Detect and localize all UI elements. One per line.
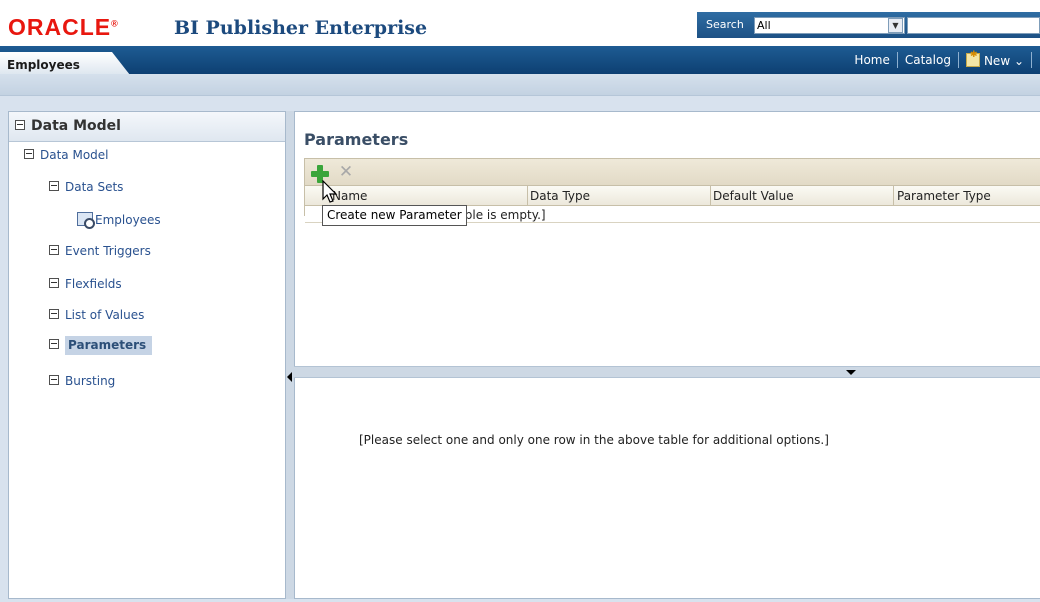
column-divider[interactable] <box>893 186 894 206</box>
tree-item-parameters[interactable]: Parameters <box>49 336 153 355</box>
collapse-icon[interactable] <box>24 149 34 159</box>
home-link[interactable]: Home <box>847 53 896 67</box>
details-panel: [Please select one and only one row in t… <box>294 378 1040 599</box>
catalog-link[interactable]: Catalog <box>898 53 958 67</box>
data-model-panel: Data Model Data Model Data Sets Employee… <box>8 111 286 599</box>
table-header: Name Data Type Default Value Parameter T… <box>305 186 1040 206</box>
column-header-parameter-type[interactable]: Parameter Type <box>897 189 991 203</box>
column-header-data-type[interactable]: Data Type <box>530 189 590 203</box>
panel-header[interactable]: Data Model <box>9 112 285 142</box>
page-title: Parameters <box>304 130 409 149</box>
global-links: Home Catalog New ⌄ <box>847 46 1040 74</box>
chevron-down-icon[interactable]: ▼ <box>888 18 903 33</box>
search-bar: Search All ▼ <box>697 12 1040 38</box>
tree-item-data-sets[interactable]: Data Sets <box>49 180 123 194</box>
new-document-icon <box>965 50 980 67</box>
oracle-logo: ORACLE® <box>8 14 119 40</box>
app-header: ORACLE® BI Publisher Enterprise Search A… <box>0 0 1040 46</box>
dataset-icon <box>77 212 95 229</box>
vertical-splitter[interactable] <box>286 111 294 599</box>
column-divider[interactable] <box>527 186 528 206</box>
delete-parameter-button[interactable]: ✕ <box>337 163 355 181</box>
collapse-icon[interactable] <box>49 245 59 255</box>
collapse-icon[interactable] <box>49 278 59 288</box>
tooltip: Create new Parameter <box>322 205 467 226</box>
column-header-default-value[interactable]: Default Value <box>713 189 794 203</box>
divider <box>1031 52 1032 68</box>
column-divider[interactable] <box>710 186 711 206</box>
panel-title: Data Model <box>15 118 121 134</box>
collapse-left-icon[interactable] <box>287 372 292 382</box>
tab-employees[interactable]: Employees <box>0 52 130 75</box>
tab-employees-label: Employees <box>7 58 80 72</box>
horizontal-splitter[interactable] <box>294 366 1040 378</box>
search-input[interactable] <box>907 17 1040 34</box>
toolbar-band <box>0 74 1040 96</box>
collapse-icon[interactable] <box>49 181 59 191</box>
collapse-icon[interactable] <box>15 120 25 130</box>
parameters-toolbar: ✕ <box>304 158 1040 186</box>
collapse-icon[interactable] <box>49 309 59 319</box>
product-title: BI Publisher Enterprise <box>174 17 428 39</box>
tree-item-list-of-values[interactable]: List of Values <box>49 308 144 322</box>
tree-item-event-triggers[interactable]: Event Triggers <box>49 244 151 258</box>
nav-bar: Employees Home Catalog New ⌄ <box>0 46 1040 75</box>
search-scope-select[interactable]: All <box>754 17 905 34</box>
mouse-pointer-icon <box>322 180 338 203</box>
tree-item-data-model[interactable]: Data Model <box>24 148 109 162</box>
new-menu-label: New ⌄ <box>983 53 1024 68</box>
new-menu[interactable]: New ⌄ <box>959 50 1031 68</box>
tree-item-employees[interactable]: Employees <box>77 212 161 229</box>
collapse-down-icon[interactable] <box>846 370 856 375</box>
collapse-icon[interactable] <box>49 375 59 385</box>
tree-item-bursting[interactable]: Bursting <box>49 374 115 388</box>
collapse-icon[interactable] <box>49 339 59 349</box>
selection-instruction: [Please select one and only one row in t… <box>359 433 829 447</box>
search-label: Search <box>706 18 744 31</box>
tree-item-flexfields[interactable]: Flexfields <box>49 277 122 291</box>
